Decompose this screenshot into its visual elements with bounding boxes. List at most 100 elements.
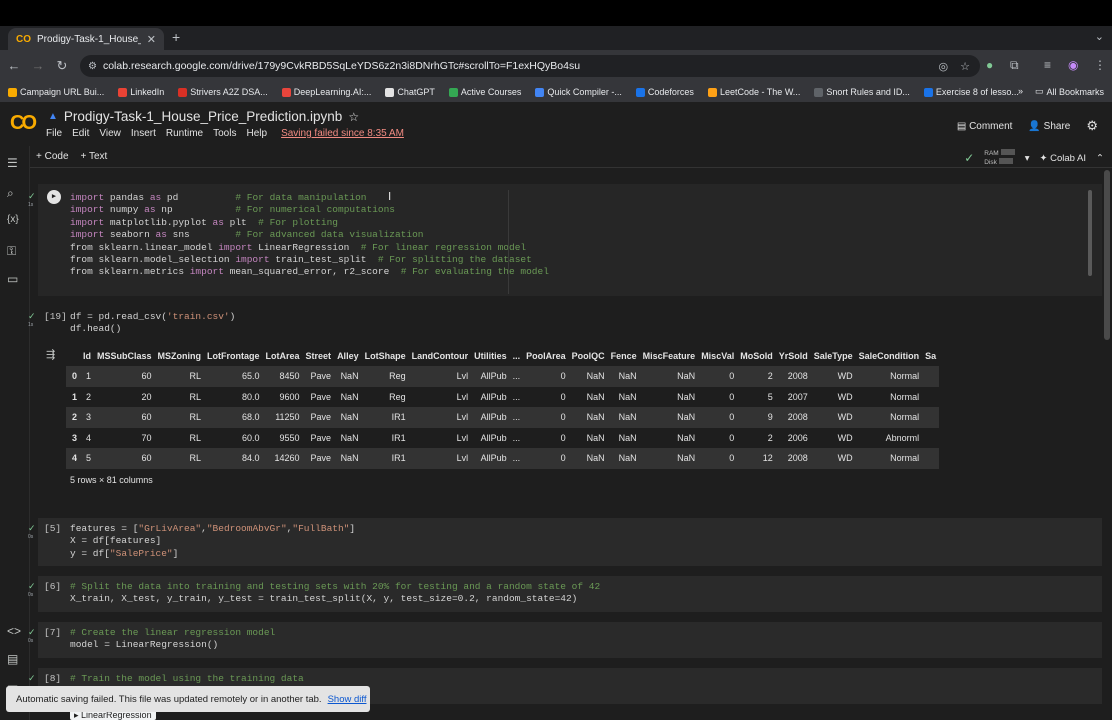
- bookmark-item[interactable]: Strivers A2Z DSA...: [178, 87, 268, 97]
- cell-source[interactable]: import pandas as pd # For data manipulat…: [70, 192, 549, 279]
- menu-view[interactable]: View: [99, 128, 121, 139]
- code-token: import: [70, 216, 105, 228]
- table-cell: RL: [154, 448, 205, 469]
- bookmark-item[interactable]: LeetCode - The W...: [707, 87, 800, 97]
- code-token: # Train the model using the training dat…: [70, 673, 304, 684]
- column-header: MSZoning: [157, 351, 202, 361]
- files-folder-icon[interactable]: ▭: [7, 272, 18, 286]
- bookmark-item[interactable]: Snort Rules and ID...: [814, 87, 910, 97]
- extensions-icon[interactable]: ⧉: [1010, 58, 1019, 73]
- column-header: MiscFeature: [642, 351, 696, 361]
- close-tab-icon[interactable]: ✕: [147, 33, 156, 46]
- toolbar-right: ✓ RAM Disk ▾ ✦ Colab AI ⌃: [964, 149, 1104, 167]
- cell-source[interactable]: # Train the model using the training dat…: [70, 673, 304, 685]
- media-icon[interactable]: ≡: [1044, 58, 1051, 72]
- code-cell[interactable]: [7] # Create the linear regression model…: [38, 622, 1102, 658]
- browser-tab[interactable]: CO Prodigy-Task-1_House_Price... ✕: [8, 28, 164, 50]
- bookmark-item[interactable]: Campaign URL Bui...: [8, 87, 104, 97]
- show-diff-link[interactable]: Show diff: [328, 694, 367, 705]
- variables-icon[interactable]: {x}: [7, 214, 19, 225]
- cell-source[interactable]: df = pd.read_csv('train.csv') df.head(): [70, 311, 235, 336]
- code-snippets-icon[interactable]: <>: [7, 624, 21, 638]
- code-cell[interactable]: [6] # Split the data into training and t…: [38, 576, 1102, 612]
- notebook-title[interactable]: Prodigy-Task-1_House_Price_Prediction.ip…: [64, 109, 342, 124]
- ram-bar: [1000, 149, 1015, 155]
- code-line: y = df["SalePrice"]: [70, 548, 355, 560]
- runtime-dropdown-icon[interactable]: ▾: [1025, 153, 1030, 164]
- table-cell: NaN: [568, 448, 608, 469]
- back-icon[interactable]: ←: [2, 58, 26, 73]
- tab-search-icon[interactable]: ⌄: [1095, 30, 1104, 43]
- site-info-icon[interactable]: ⚙: [88, 61, 97, 72]
- column-header: LandContour: [411, 351, 469, 361]
- output-actions-icon[interactable]: ⇶: [46, 348, 55, 361]
- page-scrollbar[interactable]: [1104, 170, 1110, 340]
- code-token: mean_squared_error, r2_score: [223, 266, 401, 278]
- browser-menu-icon[interactable]: ⋮: [1094, 58, 1106, 72]
- cell-source[interactable]: # Create the linear regression model mode…: [70, 627, 275, 652]
- menu-tools[interactable]: Tools: [213, 128, 236, 139]
- cell-source[interactable]: # Split the data into training and testi…: [70, 581, 600, 606]
- column-header: PoolArea: [526, 351, 566, 361]
- bookmark-item[interactable]: ChatGPT: [385, 87, 435, 97]
- colab-ai-button[interactable]: ✦ Colab AI: [1040, 153, 1087, 164]
- run-cell-icon[interactable]: ▶: [47, 190, 61, 204]
- collapse-icon[interactable]: ⌃: [1096, 153, 1104, 164]
- add-code-button[interactable]: + Code: [36, 151, 69, 162]
- comment-button[interactable]: ▤ Comment: [957, 121, 1013, 132]
- bookmark-item[interactable]: LinkedIn: [118, 87, 164, 97]
- code-token: "GrLivArea": [138, 523, 202, 534]
- menu-edit[interactable]: Edit: [72, 128, 89, 139]
- table-cell: 68.0: [204, 407, 263, 428]
- menu-help[interactable]: Help: [246, 128, 267, 139]
- star-icon[interactable]: ☆: [348, 110, 359, 124]
- eye-off-icon[interactable]: ◎: [939, 60, 949, 73]
- bookmark-item[interactable]: Active Courses: [448, 87, 521, 97]
- table-cell: 1: [72, 391, 78, 402]
- search-icon[interactable]: ⌕: [7, 186, 14, 201]
- table-of-contents-icon[interactable]: ☰: [7, 156, 18, 170]
- table-cell: 4: [66, 448, 81, 469]
- code-cell[interactable]: [19] df = pd.read_csv('train.csv') df.hea…: [38, 306, 1102, 340]
- colab-logo[interactable]: CO: [10, 112, 37, 135]
- save-status-link[interactable]: Saving failed since 8:35 AM: [281, 128, 404, 139]
- reload-icon[interactable]: ↻: [50, 58, 74, 74]
- bookmark-item[interactable]: Quick Compiler -...: [535, 87, 622, 97]
- code-token: LinearRegression: [252, 241, 361, 253]
- menu-runtime[interactable]: Runtime: [166, 128, 203, 139]
- command-palette-icon[interactable]: ▤: [7, 652, 18, 666]
- profile-avatar[interactable]: ◉: [1068, 58, 1078, 72]
- menu-file[interactable]: File: [46, 128, 62, 139]
- cell-source[interactable]: features = ["GrLivArea","BedroomAbvGr","…: [70, 523, 355, 560]
- ram-disk-indicator[interactable]: RAM Disk: [984, 149, 1015, 167]
- code-cell[interactable]: [5] features = ["GrLivArea","BedroomAbvG…: [38, 518, 1102, 566]
- extension-green-icon[interactable]: ●: [986, 58, 993, 72]
- table-cell: 1: [80, 366, 95, 387]
- menu-insert[interactable]: Insert: [131, 128, 156, 139]
- bookmark-item[interactable]: DeepLearning.AI:...: [281, 87, 371, 97]
- code-line: from sklearn.linear_model import LinearR…: [70, 242, 549, 254]
- code-token: as: [149, 192, 162, 203]
- share-button[interactable]: 👤 Share: [1028, 121, 1070, 132]
- tab-title: Prodigy-Task-1_House_Price...: [37, 33, 141, 45]
- bookmark-item[interactable]: Exercise 8 of lesso...: [923, 87, 1019, 97]
- code-token: import: [70, 204, 105, 216]
- all-bookmarks-button[interactable]: ▭ All Bookmarks: [1035, 86, 1104, 97]
- bookmark-item[interactable]: Codeforces: [635, 87, 694, 97]
- forward-icon[interactable]: →: [26, 58, 50, 73]
- code-line: import numpy as np # For numerical compu…: [70, 204, 549, 216]
- cell-scrollbar[interactable]: [1088, 190, 1092, 276]
- snackbar-message: Automatic saving failed. This file was u…: [16, 693, 322, 705]
- table-cell: IR1: [361, 407, 409, 428]
- more-bookmarks-icon[interactable]: »: [1018, 86, 1023, 97]
- table-cell: 0: [698, 366, 738, 387]
- code-cell[interactable]: ▶ import pandas as pd # For data manipul…: [38, 184, 1102, 296]
- omnibox[interactable]: ⚙ colab.research.google.com/drive/179y9C…: [80, 55, 980, 77]
- add-text-button[interactable]: + Text: [81, 151, 108, 162]
- column-header: Id: [83, 351, 92, 361]
- new-tab-button[interactable]: +: [172, 29, 180, 45]
- code-line: # Split the data into training and testi…: [70, 581, 600, 593]
- bookmark-star-icon[interactable]: ☆: [960, 60, 970, 73]
- secrets-key-icon[interactable]: ⚿: [7, 244, 16, 259]
- settings-gear-icon[interactable]: ⚙: [1086, 118, 1098, 134]
